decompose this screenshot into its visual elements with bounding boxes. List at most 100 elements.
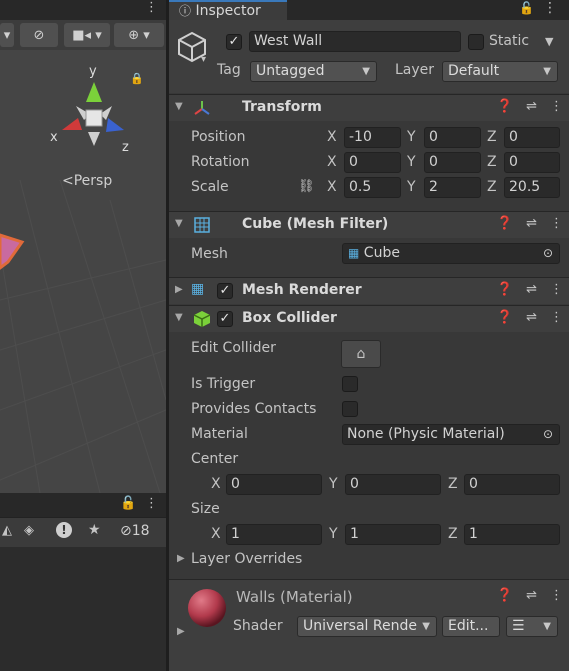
visibility-toggle-button[interactable]: ⊘: [20, 23, 58, 47]
fold-arrow-icon[interactable]: ▶: [175, 284, 183, 295]
z-label[interactable]: Z: [487, 154, 497, 170]
fold-arrow-icon[interactable]: ▶: [177, 553, 185, 564]
icon-dropdown-arrow[interactable]: ▾: [201, 54, 206, 65]
box-collider-enabled-checkbox[interactable]: ✓: [217, 311, 233, 327]
scene-view[interactable]: y x z 🔒 <Persp: [0, 0, 166, 493]
z-label[interactable]: Z: [487, 129, 497, 145]
y-label[interactable]: Y: [407, 129, 416, 145]
edit-shader-button[interactable]: Edit...: [442, 616, 500, 637]
warning-icon[interactable]: !: [56, 522, 72, 538]
tab-inspector[interactable]: ⓘ Inspector: [169, 0, 287, 20]
scale-z-field[interactable]: 20.5: [504, 177, 560, 198]
layer-dropdown[interactable]: Default ▼: [442, 61, 558, 82]
fold-arrow-icon[interactable]: ▶: [177, 626, 185, 637]
center-x-field[interactable]: 0: [226, 474, 322, 495]
provides-contacts-checkbox[interactable]: [342, 401, 358, 417]
y-label[interactable]: Y: [407, 179, 416, 195]
scale-y-field[interactable]: 2: [424, 177, 481, 198]
active-checkbox[interactable]: ✓: [226, 34, 242, 50]
tag-dropdown[interactable]: Untagged ▼: [250, 61, 377, 82]
size-y-field[interactable]: 1: [345, 524, 441, 545]
lock-icon[interactable]: 🔒: [130, 72, 144, 85]
object-picker-icon[interactable]: ⊙: [543, 244, 553, 263]
mesh-object-field[interactable]: ▦ Cube ⊙: [342, 243, 560, 264]
x-label[interactable]: X: [327, 154, 337, 170]
help-icon[interactable]: ❓: [497, 588, 513, 603]
scene-icon[interactable]: ◭: [2, 523, 12, 538]
center-y-field[interactable]: 0: [345, 474, 441, 495]
y-label[interactable]: Y: [407, 154, 416, 170]
object-name-field[interactable]: West Wall: [249, 31, 461, 52]
position-x-field[interactable]: -10: [344, 127, 401, 148]
center-z-field[interactable]: 0: [464, 474, 560, 495]
edit-collider-button[interactable]: ⌂: [341, 340, 381, 368]
x-label[interactable]: X: [211, 526, 221, 542]
physic-material-field[interactable]: None (Physic Material) ⊙: [342, 424, 560, 445]
more-icon[interactable]: ⋮: [550, 216, 563, 231]
gizmos-dropdown-button[interactable]: ⊕ ▾: [114, 23, 164, 47]
z-label[interactable]: Z: [448, 476, 458, 492]
mesh-renderer-enabled-checkbox[interactable]: ✓: [217, 283, 233, 299]
component-actions: ❓ ⇌ ⋮: [497, 588, 563, 603]
help-icon[interactable]: ❓: [497, 216, 513, 231]
scale-x-field[interactable]: 0.5: [344, 177, 401, 198]
x-label[interactable]: X: [327, 179, 337, 195]
x-label[interactable]: X: [327, 129, 337, 145]
info-icon: ⓘ: [179, 4, 192, 18]
object-picker-icon[interactable]: ⊙: [543, 425, 553, 444]
transform-header[interactable]: ▼ Transform ❓ ⇌ ⋮: [169, 94, 569, 121]
more-icon[interactable]: ⋮: [550, 282, 563, 297]
preset-icon[interactable]: ⇌: [526, 588, 537, 603]
position-y-field[interactable]: 0: [424, 127, 481, 148]
fold-arrow-icon[interactable]: ▼: [175, 312, 183, 323]
hidden-count[interactable]: ⊘18: [120, 523, 150, 539]
more-icon[interactable]: ⋮: [550, 310, 563, 325]
more-icon[interactable]: ⋮: [145, 496, 158, 511]
help-icon[interactable]: ❓: [497, 310, 513, 325]
box-collider-header[interactable]: ▼ ✓ Box Collider ❓ ⇌ ⋮: [169, 305, 569, 332]
static-checkbox[interactable]: [468, 34, 484, 50]
shader-options-dropdown[interactable]: ☰ ▼: [506, 616, 558, 637]
constrain-proportions-icon[interactable]: ⛓: [298, 179, 315, 194]
scene-toolbar: ▾ ⊘ ■◂ ▾ ⊕ ▾: [0, 20, 166, 50]
size-z-field[interactable]: 1: [464, 524, 560, 545]
x-label[interactable]: X: [211, 476, 221, 492]
help-icon[interactable]: ❓: [497, 99, 513, 114]
mesh-renderer-header[interactable]: ▶ ▦ ✓ Mesh Renderer ❓ ⇌ ⋮: [169, 277, 569, 304]
y-label[interactable]: Y: [329, 526, 338, 542]
static-dropdown-arrow[interactable]: ▼: [545, 35, 553, 48]
z-label[interactable]: Z: [448, 526, 458, 542]
fold-arrow-icon[interactable]: ▼: [175, 218, 183, 229]
component-actions: ❓ ⇌ ⋮: [497, 99, 563, 114]
globe-icon: ⊕ ▾: [128, 27, 150, 43]
preset-icon[interactable]: ⇌: [526, 310, 537, 325]
camera-dropdown-button[interactable]: ■◂ ▾: [64, 23, 110, 47]
more-icon[interactable]: ⋮: [145, 0, 158, 15]
rotation-y-field[interactable]: 0: [424, 152, 481, 173]
y-label[interactable]: Y: [329, 476, 338, 492]
perspective-label[interactable]: <Persp: [62, 173, 112, 189]
z-label[interactable]: Z: [487, 179, 497, 195]
shader-dropdown[interactable]: Universal Rende ▼: [297, 616, 437, 637]
preset-icon[interactable]: ⇌: [526, 216, 537, 231]
lock-icon[interactable]: 🔓: [519, 1, 534, 15]
tag-icon[interactable]: ◈: [24, 523, 34, 538]
star-icon[interactable]: ★: [88, 522, 101, 538]
mesh-filter-header[interactable]: ▼ Cube (Mesh Filter) ❓ ⇌ ⋮: [169, 211, 569, 238]
rotation-x-field[interactable]: 0: [344, 152, 401, 173]
material-preview-sphere[interactable]: [187, 588, 227, 628]
is-trigger-checkbox[interactable]: [342, 376, 358, 392]
rotation-z-field[interactable]: 0: [504, 152, 560, 173]
position-z-field[interactable]: 0: [504, 127, 560, 148]
more-icon[interactable]: ⋮: [550, 588, 563, 603]
more-icon[interactable]: ⋮: [543, 0, 557, 16]
more-icon[interactable]: ⋮: [550, 99, 563, 114]
size-x-field[interactable]: 1: [226, 524, 322, 545]
layer-overrides-foldout[interactable]: Layer Overrides: [191, 551, 302, 567]
fold-arrow-icon[interactable]: ▼: [175, 101, 183, 112]
preset-icon[interactable]: ⇌: [526, 99, 537, 114]
preset-icon[interactable]: ⇌: [526, 282, 537, 297]
help-icon[interactable]: ❓: [497, 282, 513, 297]
lock-icon[interactable]: 🔓: [120, 496, 136, 511]
toolbar-dropdown-arrow[interactable]: ▾: [0, 23, 14, 47]
